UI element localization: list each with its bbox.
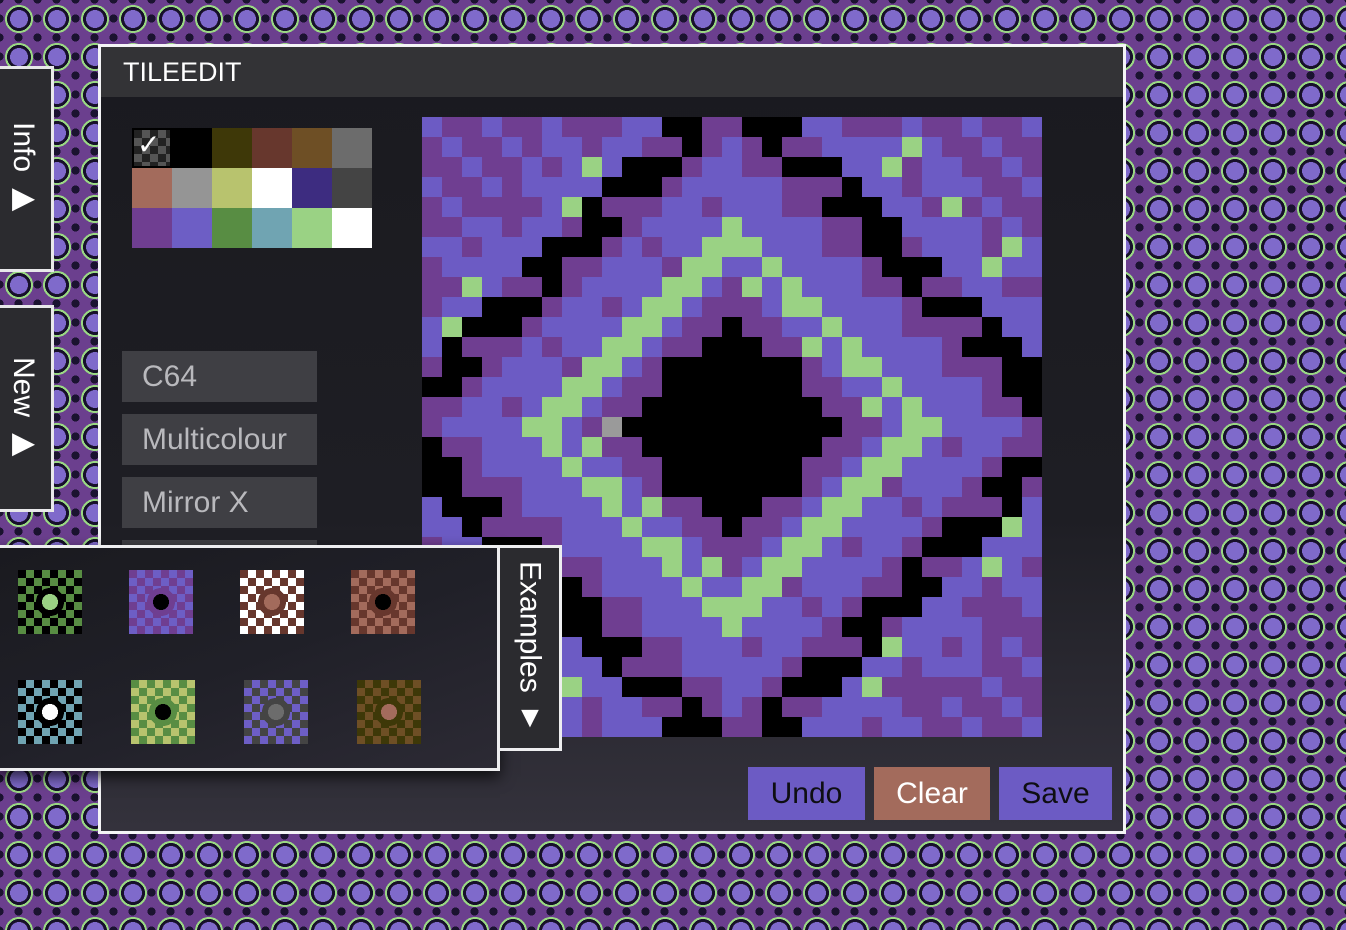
palette-swatch[interactable] (212, 128, 252, 168)
palette-swatch[interactable] (292, 168, 332, 208)
palette-swatch[interactable] (172, 168, 212, 208)
option-multicolour-label: Multicolour (142, 422, 288, 456)
info-tab[interactable]: Info ▶ (0, 66, 54, 272)
palette-swatch[interactable] (132, 208, 172, 248)
info-tab-label: Info ▶ (7, 122, 40, 216)
example-tile-green-eyes[interactable] (18, 570, 82, 634)
palette-swatch[interactable] (212, 168, 252, 208)
palette-swatch[interactable] (252, 128, 292, 168)
option-mirror-x-label: Mirror X (142, 485, 249, 519)
example-tile-brown-face[interactable] (351, 570, 415, 634)
window-title: TILEEDIT (123, 56, 242, 87)
palette-swatch[interactable] (292, 128, 332, 168)
color-palette: ✓ (132, 128, 372, 248)
example-tile-cyan-gem[interactable] (18, 680, 82, 744)
clear-label: Clear (896, 776, 968, 810)
examples-tab-label: Examples ▼ (513, 561, 547, 735)
palette-swatch[interactable] (332, 208, 372, 248)
palette-swatch[interactable] (332, 128, 372, 168)
option-c64-button[interactable]: C64 (122, 351, 317, 402)
option-c64-label: C64 (142, 359, 198, 393)
examples-tab[interactable]: Examples ▼ (500, 545, 562, 751)
new-tab-label: New ▶ (7, 356, 40, 461)
save-button[interactable]: Save (999, 767, 1112, 820)
palette-swatch[interactable]: ✓ (132, 128, 172, 168)
palette-swatch[interactable] (132, 168, 172, 208)
palette-swatch[interactable] (212, 208, 252, 248)
palette-swatch[interactable] (172, 128, 212, 168)
option-mirror-x-button[interactable]: Mirror X (122, 477, 317, 528)
selected-check-icon: ✓ (134, 130, 170, 166)
palette-swatch[interactable] (292, 208, 332, 248)
clear-button[interactable]: Clear (874, 767, 990, 820)
new-tab[interactable]: New ▶ (0, 305, 54, 512)
palette-swatch[interactable] (252, 168, 292, 208)
undo-button[interactable]: Undo (748, 767, 865, 820)
option-multicolour-button[interactable]: Multicolour (122, 414, 317, 465)
undo-label: Undo (770, 776, 843, 810)
example-tile-spiral[interactable] (244, 680, 308, 744)
example-tile-green-bars[interactable] (131, 680, 195, 744)
palette-swatch[interactable] (252, 208, 292, 248)
window-titlebar: TILEEDIT (101, 47, 1123, 97)
save-label: Save (1021, 776, 1090, 810)
palette-swatch[interactable] (332, 168, 372, 208)
palette-swatch[interactable] (172, 208, 212, 248)
examples-panel (0, 545, 500, 771)
example-tile-brown-diamond[interactable] (357, 680, 421, 744)
example-tile-purple-diamond[interactable] (129, 570, 193, 634)
example-tile-waves[interactable] (240, 570, 304, 634)
